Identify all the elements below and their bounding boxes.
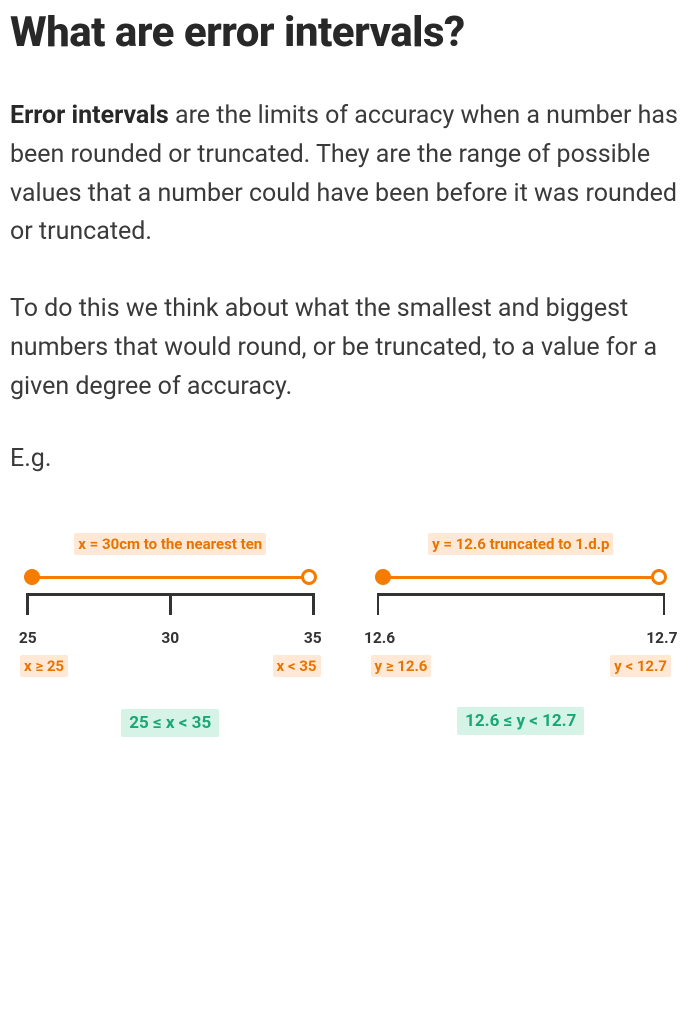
tick-label: 12.7 xyxy=(646,629,677,647)
axis-line xyxy=(377,593,666,596)
bound-inequalities: x ≥ 25 x < 35 xyxy=(20,655,321,679)
combined-inequality: 12.6 ≤ y < 12.7 xyxy=(457,707,584,735)
intro-paragraph: Error intervals are the limits of accura… xyxy=(10,97,681,252)
endpoint-closed-icon xyxy=(375,569,391,585)
interval-bar xyxy=(377,576,666,579)
tick-labels: 25 30 35 xyxy=(26,629,315,649)
lower-bound: y ≥ 12.6 xyxy=(371,655,432,677)
paragraph-2: To do this we think about what the small… xyxy=(10,290,681,406)
tick-label: 25 xyxy=(19,629,37,647)
diagram-caption: y = 12.6 truncated to 1.d.p xyxy=(428,533,613,555)
example-label: E.g. xyxy=(10,444,681,473)
tick-labels: 12.6 12.7 xyxy=(377,629,666,649)
combined-inequality: 25 ≤ x < 35 xyxy=(121,709,219,737)
axis-tick xyxy=(377,593,380,615)
bound-inequalities: y ≥ 12.6 y < 12.7 xyxy=(371,655,672,679)
interval-line xyxy=(377,569,666,587)
tick-label: 35 xyxy=(304,629,322,647)
diagrams-container: x = 30cm to the nearest ten 25 30 35 x ≥… xyxy=(10,533,681,737)
lower-bound: x ≥ 25 xyxy=(20,655,68,677)
diagram-rounding: x = 30cm to the nearest ten 25 30 35 x ≥… xyxy=(20,533,321,737)
upper-bound: x < 35 xyxy=(273,655,321,677)
page-heading: What are error intervals? xyxy=(10,8,681,57)
tick-label: 30 xyxy=(161,629,179,647)
endpoint-open-icon xyxy=(651,569,667,585)
endpoint-closed-icon xyxy=(24,569,40,585)
interval-line xyxy=(26,569,315,587)
diagram-caption: x = 30cm to the nearest ten xyxy=(74,533,266,555)
intro-bold: Error intervals xyxy=(10,101,169,130)
axis-tick xyxy=(26,593,29,615)
axis-tick xyxy=(169,593,172,615)
axis-tick xyxy=(312,593,315,615)
axis-tick xyxy=(663,593,666,615)
interval-bar xyxy=(26,576,315,579)
axis xyxy=(377,593,666,629)
diagram-truncation: y = 12.6 truncated to 1.d.p 12.6 12.7 y … xyxy=(371,533,672,737)
tick-label: 12.6 xyxy=(364,629,395,647)
endpoint-open-icon xyxy=(301,569,317,585)
axis xyxy=(26,593,315,629)
upper-bound: y < 12.7 xyxy=(610,655,671,677)
